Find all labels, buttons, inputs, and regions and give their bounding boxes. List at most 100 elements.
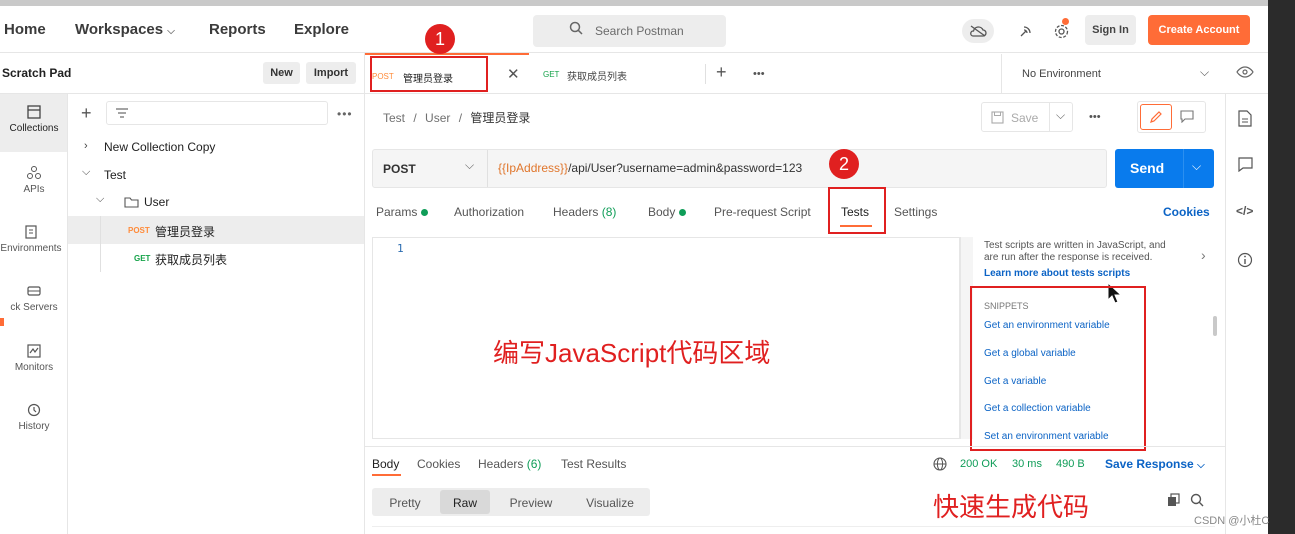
info-line: Test scripts are written in JavaScript, … [984,240,1166,251]
request-item-selected[interactable]: POST 管理员登录 [68,216,364,244]
save-button[interactable]: Save ⌵ [981,102,1073,132]
more-options-icon[interactable]: ••• [337,107,353,121]
collection-item[interactable]: › New Collection Copy [68,133,364,161]
right-rail-divider [1225,94,1226,534]
response-tab-cookies[interactable]: Cookies [417,457,460,471]
send-button[interactable]: Send ⌵ [1115,149,1214,188]
cloud-sync-icon[interactable] [962,19,994,43]
comment-mode-icon[interactable] [1180,110,1194,123]
nav-workspaces[interactable]: Workspaces ⌵ [75,21,175,38]
cookies-link[interactable]: Cookies [1163,205,1210,219]
settings-gear-icon[interactable] [1051,18,1071,42]
copy-icon[interactable] [1167,493,1180,507]
environment-select[interactable]: No Environment ⌵ [1002,54,1225,93]
view-preview[interactable]: Preview [500,496,562,510]
breadcrumb: Test / User / 管理员登录 [383,109,530,126]
tabs-divider [365,93,1268,94]
rail-apis[interactable]: APIs [0,165,68,223]
postman-window: Home Workspaces ⌵ Reports Explore Search… [0,0,1295,534]
learn-more-link[interactable]: Learn more about tests scripts [984,268,1130,279]
headers-count: (8) [601,205,617,219]
snippets-scrollbar[interactable] [1213,316,1217,336]
method-select[interactable]: POST ⌵ [373,150,487,187]
save-response-button[interactable]: Save Response ⌵ [1105,457,1205,471]
watermark: CSDN @小杜C [1194,515,1270,527]
filter-icon [116,108,128,118]
search-icon[interactable] [1190,493,1204,507]
tab-label: Params [376,205,418,219]
breadcrumb-separator: / [458,111,463,125]
comments-icon[interactable] [1238,157,1253,172]
nav-reports[interactable]: Reports [209,21,266,38]
tab-params[interactable]: Params [376,205,429,219]
add-collection-icon[interactable]: + [81,103,92,124]
response-time[interactable]: 30 ms [1012,458,1042,470]
chevron-right-icon: › [84,140,88,152]
filter-input[interactable] [106,101,328,125]
url-input[interactable]: {{IpAddress}}/api/User?username=admin&pa… [498,161,802,175]
new-tab-icon[interactable]: + [716,62,727,83]
rail-monitors[interactable]: Monitors [0,343,68,401]
breadcrumb-collection[interactable]: Test [383,111,405,125]
rail-collections[interactable]: Collections [0,104,68,162]
rail-label: APIs [23,184,45,195]
tab-settings[interactable]: Settings [894,205,937,219]
eye-icon[interactable] [1236,66,1254,81]
tab-pre-request-script[interactable]: Pre-request Script [714,205,811,219]
monitors-icon [27,344,41,358]
response-divider [365,446,1225,447]
chevron-right-icon[interactable]: › [1201,247,1206,263]
sign-in-button[interactable]: Sign In [1085,15,1136,45]
right-dark-panel [1268,0,1295,534]
response-tab-test-results[interactable]: Test Results [561,457,626,471]
tree-indent-guide [100,216,101,272]
tab-authorization[interactable]: Authorization [454,205,524,219]
info-icon[interactable] [1237,252,1253,268]
rail-label: History [18,421,50,432]
code-icon[interactable]: </> [1236,204,1253,218]
folder-item[interactable]: ⌵ User [68,188,364,216]
satellite-icon[interactable] [1016,21,1036,41]
search-input[interactable]: Search Postman [533,15,726,47]
annotation-editor-area: 编写JavaScript代码区域 [493,338,771,368]
breadcrumb-request: 管理员登录 [470,111,531,125]
chevron-down-icon[interactable]: ⌵ [1192,159,1201,174]
chevron-down-icon: ⌵ [82,166,91,178]
edit-mode-button[interactable] [1140,104,1172,130]
response-tab-headers[interactable]: Headers (6) [478,457,541,471]
nav-explore[interactable]: Explore [294,21,349,38]
response-size[interactable]: 490 B [1056,458,1085,470]
rail-environments[interactable]: Environments [0,224,68,282]
tab-request[interactable]: GET 获取成员列表 [530,53,700,93]
tab-headers[interactable]: Headers (8) [553,205,616,219]
view-pretty[interactable]: Pretty [376,496,434,510]
annotation-box-tab [370,56,488,92]
close-icon[interactable]: ✕ [507,65,520,83]
rail-history[interactable]: History [0,402,68,460]
tab-body[interactable]: Body [648,205,687,219]
new-button[interactable]: New [263,62,300,84]
save-split [1049,103,1050,131]
documentation-icon[interactable] [1238,110,1252,127]
response-tab-body[interactable]: Body [372,457,399,471]
chevron-down-icon: ⌵ [1197,460,1205,471]
tab-more-icon[interactable]: ••• [753,68,765,80]
globe-icon[interactable] [933,457,947,471]
environment-value: No Environment [1022,68,1101,80]
request-item[interactable]: GET 获取成员列表 [68,244,364,272]
view-visualize[interactable]: Visualize [572,496,648,510]
tab-label: Headers [478,457,524,471]
import-button[interactable]: Import [306,62,356,84]
collection-item[interactable]: ⌵ Test [68,161,364,189]
breadcrumb-folder[interactable]: User [425,111,450,125]
create-account-button[interactable]: Create Account [1148,15,1250,45]
response-body-text[interactable] [372,526,1215,534]
request-more-icon[interactable]: ••• [1089,111,1101,123]
rail-mock-servers[interactable]: ck Servers [0,283,68,341]
workspace-title: Scratch Pad [2,66,72,80]
response-status[interactable]: 200 OK [960,458,997,470]
view-raw[interactable]: Raw [440,496,490,510]
nav-home[interactable]: Home [4,21,46,38]
annotation-marker-1: 1 [425,24,455,54]
rail-label: Collections [9,123,59,134]
